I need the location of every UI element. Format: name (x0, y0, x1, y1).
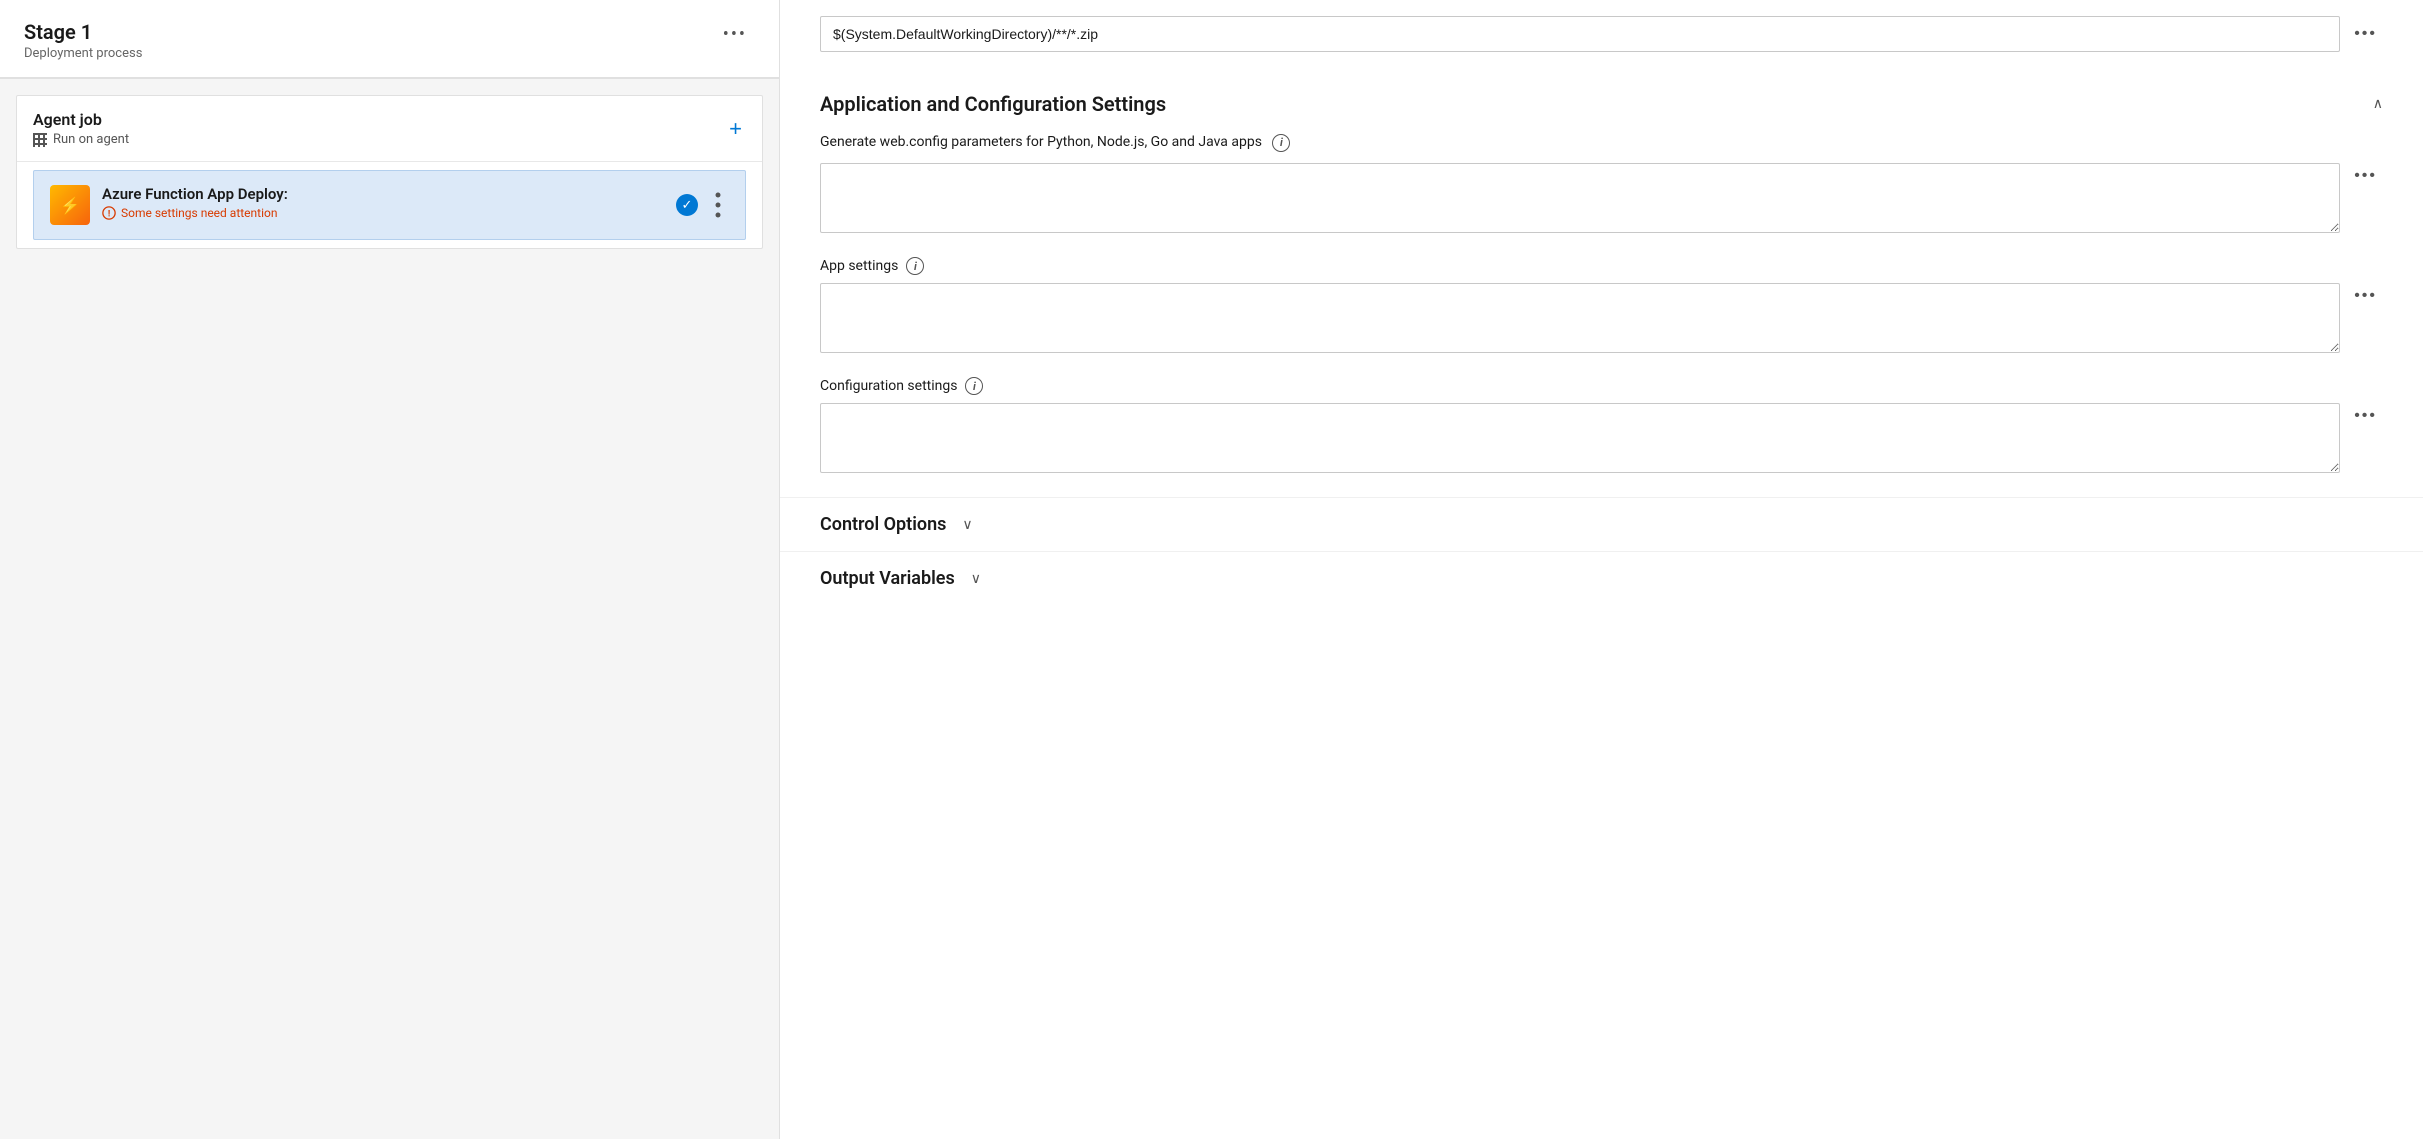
generate-webconfig-more-button[interactable]: ••• (2348, 163, 2383, 189)
svg-text:!: ! (108, 210, 110, 220)
task-name: Azure Function App Deploy: (102, 185, 288, 203)
app-config-title: Application and Configuration Settings (820, 92, 1166, 116)
generate-webconfig-field: ••• (820, 163, 2383, 233)
check-circle-icon: ✓ (676, 194, 698, 216)
task-row[interactable]: ⚡ Azure Function App Deploy: ! Some sett… (33, 170, 746, 240)
config-settings-label: Configuration settings (820, 378, 957, 394)
stage-more-button[interactable]: ••• (715, 20, 755, 49)
task-warning: ! Some settings need attention (102, 206, 288, 220)
app-settings-more-button[interactable]: ••• (2348, 283, 2383, 309)
app-settings-field: ••• (820, 283, 2383, 353)
stage-header: Stage 1 Deployment process ••• (0, 0, 779, 79)
config-settings-info-icon[interactable]: i (965, 377, 983, 395)
generate-webconfig-info-icon[interactable]: i (1272, 134, 1290, 152)
add-task-button[interactable]: + (725, 118, 746, 140)
package-path-input[interactable] (820, 16, 2340, 52)
stage-subtitle: Deployment process (24, 46, 142, 61)
generate-webconfig-label: Generate web.config parameters for Pytho… (820, 134, 1262, 150)
check-mark: ✓ (682, 198, 693, 213)
task-kebab-button[interactable] (708, 190, 729, 220)
top-input-more-button[interactable]: ••• (2348, 21, 2383, 47)
app-config-content: Generate web.config parameters for Pytho… (780, 132, 2423, 473)
task-left: ⚡ Azure Function App Deploy: ! Some sett… (50, 185, 288, 225)
task-right: ✓ (676, 190, 729, 220)
agent-job-section: Agent job Run on agent + ⚡ Azure Functio… (16, 95, 763, 249)
control-options-section[interactable]: Control Options ∨ (780, 497, 2423, 551)
app-settings-info-icon[interactable]: i (906, 257, 924, 275)
generate-webconfig-description: Generate web.config parameters for Pytho… (820, 132, 2383, 153)
config-settings-textarea[interactable] (820, 403, 2340, 473)
lightning-bolt-icon: ⚡ (60, 196, 80, 215)
app-settings-label-row: App settings i (820, 257, 2383, 275)
warning-icon: ! (102, 206, 116, 220)
app-config-chevron-icon[interactable]: ∧ (2373, 96, 2383, 112)
app-settings-label: App settings (820, 258, 898, 274)
config-settings-label-row: Configuration settings i (820, 377, 2383, 395)
right-panel: ••• Application and Configuration Settin… (780, 0, 2423, 1139)
grid-icon (33, 133, 47, 147)
top-input-row: ••• (780, 0, 2423, 68)
agent-job-header: Agent job Run on agent + (17, 96, 762, 162)
task-info: Azure Function App Deploy: ! Some settin… (102, 185, 288, 220)
generate-webconfig-textarea[interactable] (820, 163, 2340, 233)
agent-job-subtitle-text: Run on agent (53, 132, 129, 147)
task-icon: ⚡ (50, 185, 90, 225)
agent-job-left: Agent job Run on agent (33, 110, 129, 147)
left-panel: Stage 1 Deployment process ••• Agent job… (0, 0, 780, 1139)
control-options-chevron-icon[interactable]: ∨ (962, 517, 972, 533)
config-settings-field: ••• (820, 403, 2383, 473)
output-variables-section[interactable]: Output Variables ∨ (780, 551, 2423, 605)
stage-title-group: Stage 1 Deployment process (24, 20, 142, 61)
agent-job-title: Agent job (33, 110, 129, 129)
config-settings-more-button[interactable]: ••• (2348, 403, 2383, 429)
task-warning-text: Some settings need attention (121, 206, 277, 220)
output-variables-chevron-icon[interactable]: ∨ (971, 571, 981, 587)
agent-job-subtitle: Run on agent (33, 132, 129, 147)
output-variables-title: Output Variables (820, 568, 955, 589)
stage-title: Stage 1 (24, 20, 142, 44)
app-config-section-header: Application and Configuration Settings ∧ (780, 68, 2423, 132)
control-options-title: Control Options (820, 514, 946, 535)
app-settings-textarea[interactable] (820, 283, 2340, 353)
